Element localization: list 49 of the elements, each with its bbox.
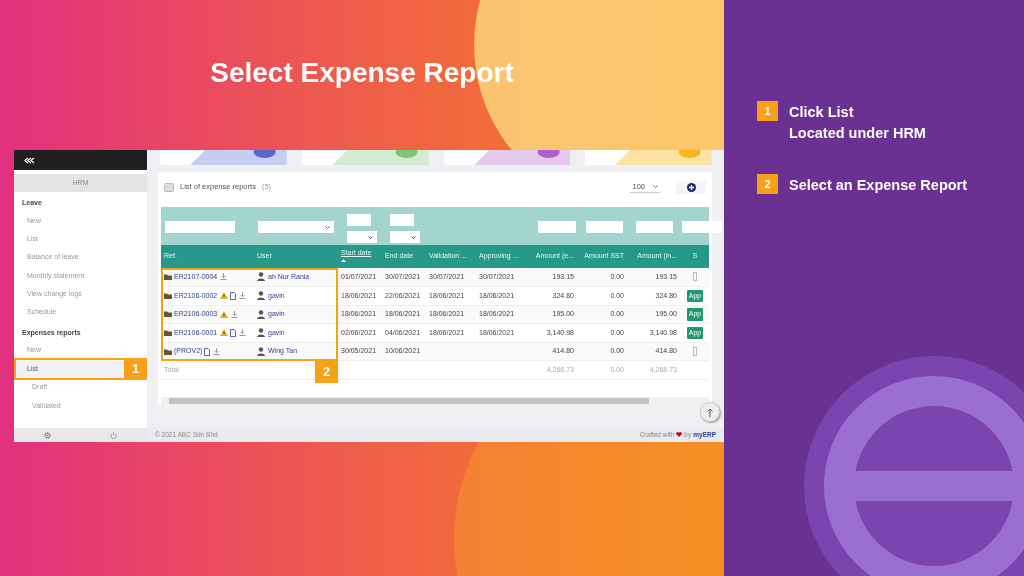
heart-icon [676, 432, 683, 437]
callout-number: 2 [315, 360, 338, 383]
caret-icon [368, 235, 373, 239]
download-icon [239, 292, 247, 300]
caret-icon [411, 235, 416, 239]
filter-input[interactable] [347, 214, 371, 226]
person-icon [257, 347, 265, 357]
back-to-top-button[interactable] [700, 402, 720, 422]
download-icon [239, 329, 247, 337]
plus-circle-icon [686, 182, 696, 192]
download-icon [213, 348, 221, 356]
filter-input[interactable] [682, 221, 722, 233]
download-icon [231, 310, 239, 318]
download-icon [220, 273, 228, 281]
person-icon [257, 291, 265, 301]
filter-input[interactable] [390, 214, 414, 226]
collapse-chevrons-icon [24, 156, 36, 164]
step-number: 2 [757, 174, 778, 194]
filter-select[interactable] [390, 231, 420, 243]
folder-icon [164, 347, 172, 356]
status-field [693, 272, 697, 282]
caret-icon [653, 185, 658, 188]
folder-icon [164, 272, 172, 281]
arrow-up-icon [707, 407, 713, 417]
caret-icon [325, 225, 330, 229]
filter-input[interactable] [538, 221, 576, 233]
filter-input[interactable] [165, 221, 235, 233]
folder-icon [164, 329, 172, 337]
filter-input[interactable] [636, 221, 673, 233]
person-icon [257, 272, 265, 282]
horizontal-scrollbar[interactable] [161, 397, 709, 405]
person-icon [257, 328, 265, 338]
power-icon [110, 431, 118, 439]
filter-input[interactable] [586, 221, 623, 233]
step-text: Select an Expense Report [789, 176, 968, 195]
status-field [693, 347, 697, 357]
folder-icon [164, 310, 172, 319]
slide-title: Select Expense Report [209, 56, 515, 90]
step-text: Click List [789, 103, 855, 122]
filter-select[interactable] [258, 221, 334, 233]
person-icon [257, 309, 265, 319]
callout-number: 1 [124, 357, 147, 380]
wallet-icon [164, 182, 174, 192]
filter-select[interactable] [347, 231, 377, 243]
folder-icon [164, 291, 172, 300]
step-text: Located under HRM [789, 124, 926, 143]
settings-icon [43, 431, 51, 439]
step-number: 1 [757, 101, 778, 121]
add-button[interactable] [676, 180, 706, 194]
